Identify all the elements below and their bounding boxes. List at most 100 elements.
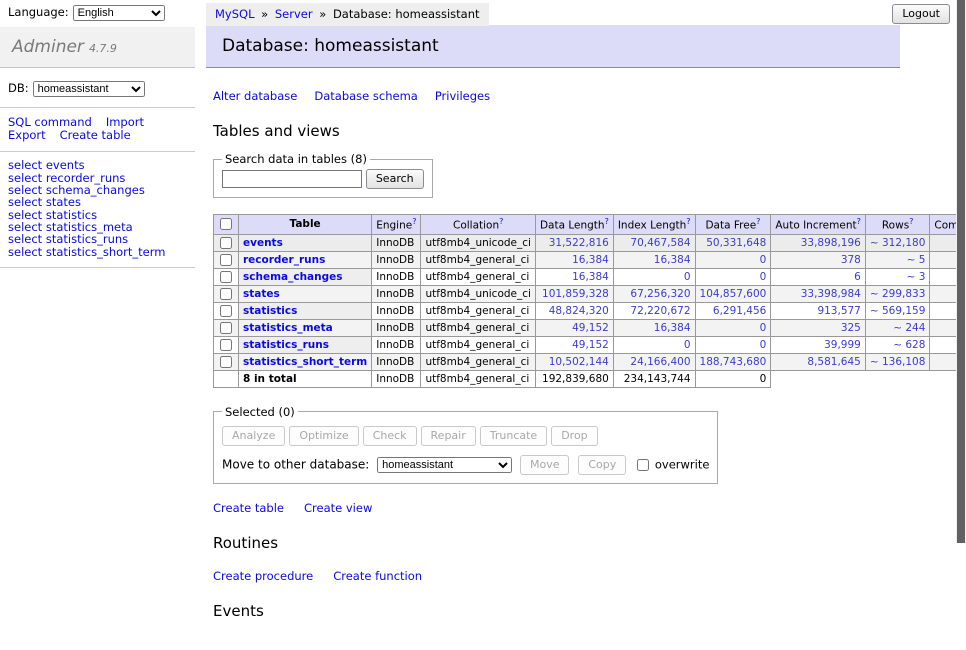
copy-button[interactable]: Copy <box>578 455 626 475</box>
column-header-engine: Engine? <box>372 215 421 235</box>
table-header-row: TableEngine?Collation?Data Length?Index … <box>214 215 966 235</box>
total-engine-cell: InnoDB <box>372 370 421 387</box>
help-link[interactable]: ? <box>686 217 690 226</box>
collation-cell: utf8mb4_general_ci <box>421 302 535 319</box>
overwrite-checkbox[interactable] <box>637 459 649 471</box>
column-header-index-length: Index Length? <box>613 215 695 235</box>
optimize-button[interactable]: Optimize <box>289 426 358 446</box>
table-link-recorder_runs[interactable]: recorder_runs <box>243 254 325 266</box>
help-link[interactable]: ? <box>909 217 913 226</box>
row-checkbox[interactable] <box>220 288 232 300</box>
database-action-links: Alter database Database schema Privileges <box>213 89 966 103</box>
sidebar-link-export[interactable]: Export <box>8 128 46 142</box>
value-cell: 913,577 <box>771 302 866 319</box>
sidebar-select-statistics_short_term[interactable]: select statistics_short_term <box>8 246 187 258</box>
engine-cell: InnoDB <box>372 251 421 268</box>
value-cell: 39,999 <box>771 336 866 353</box>
value-cell: 16,384 <box>613 319 695 336</box>
value-cell: 8,581,645 <box>771 353 866 370</box>
value-cell: ~ 244 <box>865 319 930 336</box>
table-link-statistics_runs[interactable]: statistics_runs <box>243 339 329 351</box>
help-link[interactable]: ? <box>857 217 861 226</box>
table-name-cell: states <box>239 285 372 302</box>
help-link[interactable]: ? <box>499 217 503 226</box>
table-link-events[interactable]: events <box>243 237 283 249</box>
drop-button[interactable]: Drop <box>551 426 597 446</box>
privileges-link[interactable]: Privileges <box>435 89 490 103</box>
sidebar-link-import[interactable]: Import <box>106 115 144 129</box>
row-checkbox[interactable] <box>220 322 232 334</box>
help-link[interactable]: ? <box>412 217 416 226</box>
sidebar-select-statistics_runs[interactable]: select statistics_runs <box>8 233 187 245</box>
tables-heading: Tables and views <box>213 122 966 140</box>
row-checkbox[interactable] <box>220 254 232 266</box>
repair-button[interactable]: Repair <box>421 426 476 446</box>
create-procedure-link[interactable]: Create procedure <box>213 569 313 583</box>
engine-cell: InnoDB <box>372 285 421 302</box>
app-name: Adminer <box>12 37 84 57</box>
move-button[interactable]: Move <box>520 455 570 475</box>
search-input[interactable] <box>222 170 362 188</box>
create-function-link[interactable]: Create function <box>333 569 422 583</box>
total-blank-cell <box>771 370 966 387</box>
breadcrumb-link-mysql[interactable]: MySQL <box>215 7 255 21</box>
sidebar-link-sql-command[interactable]: SQL command <box>8 115 92 129</box>
total-collation-cell: utf8mb4_general_ci <box>421 370 535 387</box>
select-all-checkbox[interactable] <box>220 218 232 230</box>
scrollbar-thumb[interactable] <box>957 0 965 543</box>
engine-cell: InnoDB <box>372 336 421 353</box>
row-checkbox[interactable] <box>220 339 232 351</box>
analyze-button[interactable]: Analyze <box>222 426 285 446</box>
language-select[interactable]: English <box>73 5 165 21</box>
table-link-states[interactable]: states <box>243 288 280 300</box>
table-row-statistics_runs: statistics_runsInnoDButf8mb4_general_ci4… <box>214 336 966 353</box>
sidebar-select-states[interactable]: select states <box>8 196 187 208</box>
total-value-cell: 0 <box>695 370 771 387</box>
main-content: MySQL » Server » Database: homeassistant… <box>206 0 966 650</box>
engine-cell: InnoDB <box>372 234 421 251</box>
sidebar-link-create-table[interactable]: Create table <box>60 128 131 142</box>
search-button[interactable]: Search <box>366 169 424 189</box>
alter-database-link[interactable]: Alter database <box>213 89 297 103</box>
breadcrumb-wrap: MySQL » Server » Database: homeassistant <box>206 0 966 22</box>
total-empty-cell <box>214 370 239 387</box>
tables-table: TableEngine?Collation?Data Length?Index … <box>213 214 966 388</box>
value-cell: 48,824,320 <box>535 302 613 319</box>
value-cell: 49,152 <box>535 336 613 353</box>
value-cell: 6 <box>771 268 866 285</box>
help-link[interactable]: ? <box>605 217 609 226</box>
vertical-scrollbar[interactable] <box>956 0 966 543</box>
table-link-statistics_meta[interactable]: statistics_meta <box>243 322 333 334</box>
table-name-cell: recorder_runs <box>239 251 372 268</box>
language-row: Language:English <box>0 0 195 27</box>
total-row: 8 in totalInnoDButf8mb4_general_ci192,83… <box>214 370 966 387</box>
db-select[interactable]: homeassistant <box>33 81 145 97</box>
check-button[interactable]: Check <box>363 426 417 446</box>
value-cell: ~ 3 <box>865 268 930 285</box>
row-checkbox-cell <box>214 336 239 353</box>
column-header-auto-increment: Auto Increment? <box>771 215 866 235</box>
engine-cell: InnoDB <box>372 302 421 319</box>
row-checkbox[interactable] <box>220 271 232 283</box>
create-table-link[interactable]: Create table <box>213 501 284 515</box>
row-checkbox[interactable] <box>220 237 232 249</box>
value-cell: 16,384 <box>613 251 695 268</box>
move-db-select[interactable]: homeassistant <box>377 457 512 473</box>
row-checkbox[interactable] <box>220 305 232 317</box>
sidebar: Language:English Adminer4.7.9 DB:homeass… <box>0 0 195 268</box>
logout-button[interactable]: Logout <box>892 4 950 24</box>
truncate-button[interactable]: Truncate <box>480 426 547 446</box>
row-checkbox[interactable] <box>220 356 232 368</box>
table-link-statistics[interactable]: statistics <box>243 305 297 317</box>
table-name-cell: statistics_short_term <box>239 353 372 370</box>
table-link-schema_changes[interactable]: schema_changes <box>243 271 343 283</box>
table-name-cell: schema_changes <box>239 268 372 285</box>
database-schema-link[interactable]: Database schema <box>314 89 417 103</box>
sidebar-select-events[interactable]: select events <box>8 159 187 171</box>
overwrite-label: overwrite <box>655 457 710 471</box>
help-link[interactable]: ? <box>756 217 760 226</box>
engine-cell: InnoDB <box>372 353 421 370</box>
table-link-statistics_short_term[interactable]: statistics_short_term <box>243 356 367 368</box>
breadcrumb-link-server[interactable]: Server <box>275 7 313 21</box>
create-view-link[interactable]: Create view <box>304 501 372 515</box>
